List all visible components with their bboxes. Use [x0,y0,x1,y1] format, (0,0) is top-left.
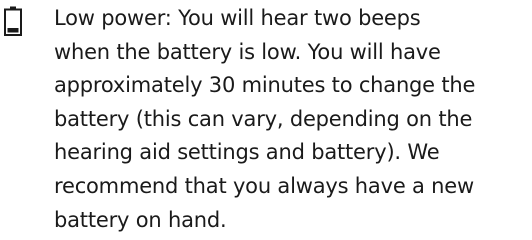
note-line: when the battery is low. You will have [54,39,441,64]
note-line: hearing aid settings and battery). We [54,140,440,165]
note-line: battery (this can vary, depending on the [54,106,473,131]
note-text: Low power: You will hear two beeps when … [54,2,530,237]
note-line: approximately 30 minutes to change the [54,73,476,98]
low-power-note: Low power: You will hear two beeps when … [0,0,532,240]
note-line: Low power: You will hear two beeps [54,6,421,30]
note-line: battery on hand. [54,207,227,232]
note-line: recommend that you always have a new [54,173,474,198]
battery-low-icon [4,6,22,36]
